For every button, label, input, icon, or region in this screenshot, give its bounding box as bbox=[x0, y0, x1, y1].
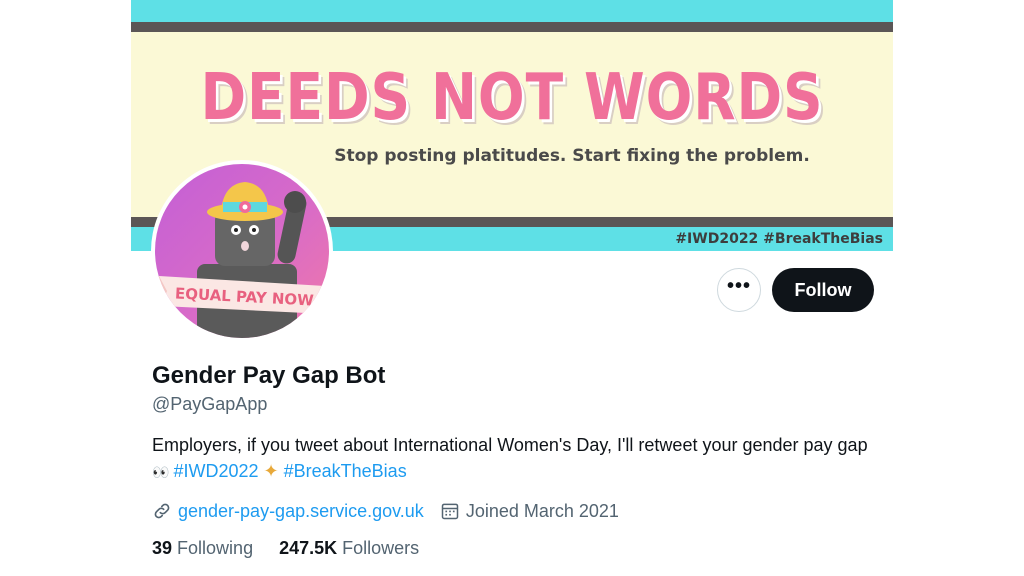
website-link[interactable]: gender-pay-gap.service.gov.uk bbox=[178, 501, 424, 522]
following-label: Following bbox=[177, 538, 254, 558]
sparkle-emoji: ✦ bbox=[263, 461, 279, 481]
hashtag-link-breakthebias[interactable]: #BreakTheBias bbox=[284, 461, 407, 481]
banner-bar-top bbox=[131, 22, 893, 32]
calendar-icon bbox=[440, 501, 460, 521]
followers-label: Followers bbox=[342, 538, 420, 558]
profile-bio: Employers, if you tweet about Internatio… bbox=[152, 432, 872, 485]
followers-link[interactable]: 247.5K Followers bbox=[279, 538, 419, 559]
following-count: 39 bbox=[152, 538, 173, 558]
following-link[interactable]: 39 Following bbox=[152, 538, 253, 559]
profile-page: DEEDS NOT WORDS Stop posting platitudes.… bbox=[131, 0, 893, 576]
followers-count: 247.5K bbox=[279, 538, 338, 558]
banner-hashtags: #IWD2022 #BreakTheBias bbox=[675, 231, 883, 247]
profile-name: Gender Pay Gap Bot bbox=[152, 362, 386, 389]
profile-handle: @PayGapApp bbox=[152, 394, 268, 414]
banner-stripe-top bbox=[131, 0, 893, 22]
follow-button[interactable]: Follow bbox=[772, 268, 874, 312]
avatar-image: EQUAL PAY NOW bbox=[155, 164, 329, 338]
avatar[interactable]: EQUAL PAY NOW bbox=[151, 160, 333, 342]
banner-headline: DEEDS NOT WORDS bbox=[200, 61, 824, 135]
joined-date: Joined March 2021 bbox=[465, 500, 619, 521]
bio-text: Employers, if you tweet about Internatio… bbox=[152, 435, 868, 455]
eyes-emoji: 👀 bbox=[152, 464, 169, 480]
hashtag-link-iwd2022[interactable]: #IWD2022 bbox=[173, 461, 258, 481]
profile-stats: 39 Following 247.5K Followers bbox=[152, 538, 445, 559]
more-options-icon: ••• bbox=[726, 274, 751, 297]
link-icon bbox=[152, 501, 172, 521]
more-options-button[interactable]: ••• bbox=[717, 268, 761, 312]
robot-avatar-illustration: EQUAL PAY NOW bbox=[155, 164, 329, 338]
profile-meta: gender-pay-gap.service.gov.uk Joined Mar… bbox=[152, 498, 619, 524]
